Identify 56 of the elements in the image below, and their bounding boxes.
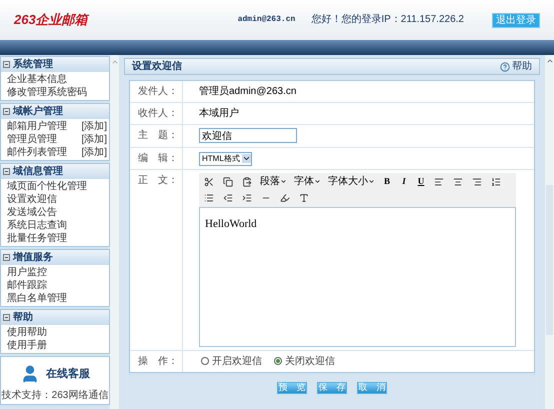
add-link[interactable]: [添加] (81, 120, 109, 133)
sidebar-link[interactable]: 使用帮助 (7, 326, 47, 339)
toolbar-dropdown[interactable]: 段落 (258, 174, 289, 189)
format-button[interactable]: U (414, 174, 428, 188)
field-label: 正 文： (130, 170, 183, 350)
sidebar-link[interactable]: 设置欢迎信 (7, 193, 57, 206)
help-link[interactable]: 帮助 (512, 59, 532, 74)
sidebar-link[interactable]: 域页面个性化管理 (7, 180, 87, 193)
sidebar-link[interactable]: 邮件列表管理 (7, 146, 67, 159)
format-button[interactable]: I (397, 174, 411, 188)
account-email: admin@263.cn (238, 14, 296, 26)
recipient-value: 本域用户 (198, 106, 239, 121)
caret-icon (280, 178, 287, 185)
login-info: 您好！您的登录IP：211.157.226.2 (311, 13, 464, 27)
caret-icon (368, 178, 375, 185)
caret-icon (314, 178, 321, 185)
sidebar-link[interactable]: 企业基本信息 (7, 73, 67, 86)
sidebar-heading[interactable]: 域信息管理 (1, 164, 109, 179)
logo: 263企业邮箱 (14, 12, 88, 28)
sidebar-heading[interactable]: 系统管理 (1, 57, 109, 72)
support-title[interactable]: 在线客服 (46, 366, 90, 382)
sidebar-link[interactable]: 黑白名单管理 (7, 292, 67, 305)
toolbar-dropdown[interactable]: 字体 (292, 174, 323, 189)
field-label: 编 辑： (130, 148, 183, 168)
editor-body[interactable]: HelloWorld (199, 206, 516, 346)
format-button[interactable]: B (380, 174, 394, 188)
scrollbar-thumb[interactable] (546, 185, 553, 335)
add-link[interactable]: [添加] (81, 146, 109, 159)
help-icon (500, 62, 510, 72)
sender-value: 管理员admin@263.cn (198, 85, 296, 99)
sidebar-heading[interactable]: 域帐户管理 (1, 104, 109, 119)
sidebar-heading[interactable]: 帮助 (1, 310, 109, 325)
dropdown-arrow-icon (242, 154, 251, 163)
panel-title: 设置欢迎信 (132, 59, 182, 74)
sidebar-link[interactable]: 邮箱用户管理 (7, 120, 67, 133)
subject-field[interactable]: 欢迎信 (199, 128, 297, 143)
toolbar-dropdown[interactable]: 字体大小 (326, 174, 377, 189)
sidebar-link[interactable]: 发送域公告 (7, 206, 57, 219)
support-text: 技术支持：263网络通信 (0, 388, 110, 403)
field-label: 操 作： (130, 350, 183, 372)
sidebar-link[interactable]: 修改管理系统密码 (7, 86, 87, 99)
add-link[interactable]: [添加] (81, 133, 109, 146)
radio-option[interactable]: 关闭欢迎信 (274, 354, 335, 368)
sidebar-link[interactable]: 系统日志查询 (7, 219, 67, 232)
field-label: 主 题： (130, 125, 183, 146)
sidebar-link[interactable]: 邮件跟踪 (7, 279, 47, 292)
radio-option[interactable]: 开启欢迎信 (201, 354, 262, 368)
sidebar-link[interactable]: 批量任务管理 (7, 232, 67, 245)
field-label: 发件人： (130, 81, 183, 102)
editor-mode-select[interactable]: HTML格式 (199, 152, 252, 166)
sidebar-heading[interactable]: 增值服务 (1, 250, 109, 265)
sidebar-link[interactable]: 管理员管理 (7, 133, 57, 146)
sidebar-link[interactable]: 用户监控 (7, 266, 47, 279)
scroll-up-icon[interactable] (546, 57, 554, 65)
sidebar-link[interactable]: 使用手册 (7, 339, 47, 352)
field-label: 收件人： (130, 103, 183, 124)
